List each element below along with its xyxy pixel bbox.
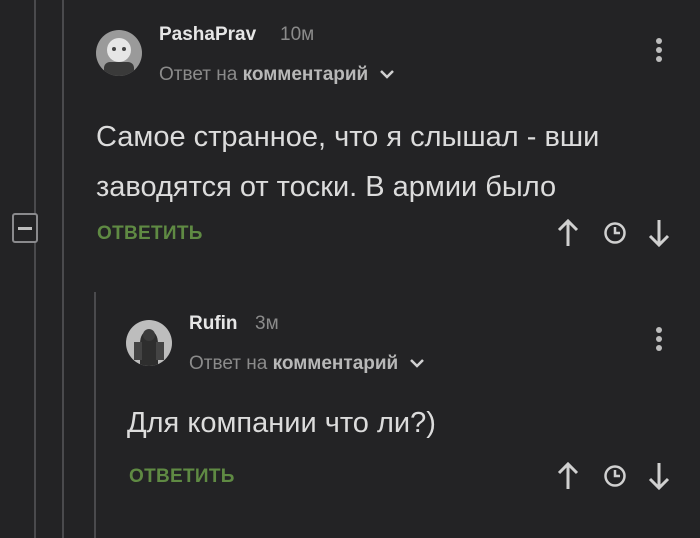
comment-time: 3м xyxy=(255,313,279,334)
upvote-arrow-icon[interactable] xyxy=(556,461,580,496)
more-dots-icon[interactable] xyxy=(655,38,663,65)
reply-to-line[interactable]: Ответ на комментарий xyxy=(159,64,394,86)
comment-text-line: заводятся от тоски. В армии было xyxy=(96,171,557,203)
avatar[interactable] xyxy=(126,320,172,366)
comment-text-line: Самое странное, что я слышал - вши xyxy=(96,121,600,153)
comment-text: Для компании что ли?) xyxy=(127,398,436,448)
reply-target[interactable]: комментарий xyxy=(273,353,399,374)
clock-icon[interactable] xyxy=(603,464,627,493)
collapse-thread-button[interactable] xyxy=(12,213,38,243)
reply-button[interactable]: ОТВЕТИТЬ xyxy=(129,466,235,488)
author-name[interactable]: Rufin xyxy=(189,313,238,335)
more-dots-icon[interactable] xyxy=(655,327,663,354)
clock-icon[interactable] xyxy=(603,221,627,250)
reply-prefix: Ответ на xyxy=(189,353,268,375)
author-name[interactable]: PashaPrav xyxy=(159,24,256,46)
avatar[interactable] xyxy=(96,30,142,76)
thread-line-outer-2 xyxy=(62,0,64,538)
downvote-arrow-icon[interactable] xyxy=(647,218,671,253)
comment-text-line: Для компании что ли?) xyxy=(127,407,436,439)
comment-text: Самое странное, что я слышал - вши завод… xyxy=(96,112,599,212)
upvote-arrow-icon[interactable] xyxy=(556,218,580,253)
reply-button[interactable]: ОТВЕТИТЬ xyxy=(97,223,203,245)
chevron-down-icon[interactable] xyxy=(409,353,424,375)
reply-to-line[interactable]: Ответ на комментарий xyxy=(189,353,424,375)
reply-prefix: Ответ на xyxy=(159,64,238,86)
reply-target[interactable]: комментарий xyxy=(243,64,369,85)
comment-time: 10м xyxy=(280,24,315,45)
thread-line-nested xyxy=(94,292,96,538)
collapse-minus-icon xyxy=(18,226,32,230)
chevron-down-icon[interactable] xyxy=(379,64,394,86)
thread-line-outer-1 xyxy=(34,0,36,538)
downvote-arrow-icon[interactable] xyxy=(647,461,671,496)
